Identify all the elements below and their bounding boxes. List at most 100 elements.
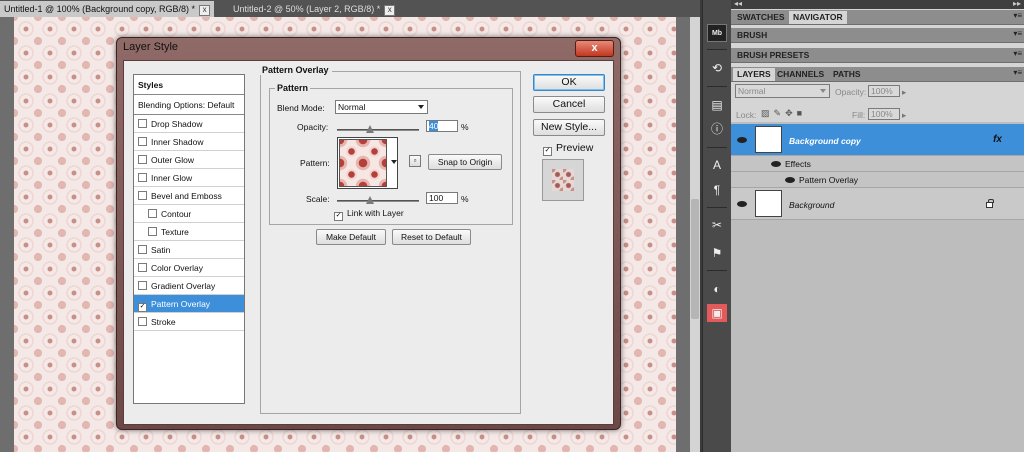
style-checkbox[interactable] <box>138 263 147 272</box>
blend-mode-select[interactable]: Normal <box>335 100 428 114</box>
pattern-swatch-thumbnail[interactable] <box>339 139 387 187</box>
close-icon[interactable]: x <box>384 5 396 16</box>
expand-icon[interactable]: ▸▸ <box>1013 0 1021 8</box>
style-checkbox[interactable] <box>138 173 147 182</box>
histogram-icon[interactable]: ▤ <box>707 96 727 114</box>
tab-brush-presets[interactable]: BRUSH PRESETS <box>733 49 813 62</box>
masks-icon[interactable]: ▣ <box>707 304 727 322</box>
snap-to-origin-button[interactable]: Snap to Origin <box>428 154 502 170</box>
style-item-inner-glow[interactable]: Inner Glow <box>134 169 244 187</box>
new-style-button[interactable]: New Style... <box>533 119 605 136</box>
preview-option[interactable]: ✓ Preview <box>543 142 593 156</box>
tab-channels[interactable]: CHANNELS <box>773 68 828 81</box>
style-checkbox[interactable] <box>138 191 147 200</box>
blending-options-item[interactable]: Blending Options: Default <box>134 95 244 115</box>
clone-source-icon[interactable]: ⚑ <box>707 244 727 262</box>
visibility-eye-icon[interactable] <box>737 201 747 207</box>
new-preset-from-pattern-button[interactable]: ▫ <box>409 155 421 167</box>
make-default-button[interactable]: Make Default <box>316 229 386 245</box>
tab-swatches[interactable]: SWATCHES <box>733 11 789 24</box>
link-with-layer-option[interactable]: ✓ Link with Layer <box>334 208 404 221</box>
scale-input[interactable]: 100 <box>426 192 458 204</box>
canvas-vertical-scrollbar[interactable] <box>690 17 700 452</box>
tab-navigator[interactable]: NAVIGATOR <box>789 11 847 24</box>
panel-menu-icon[interactable]: ▾≡ <box>1013 49 1022 58</box>
cancel-button[interactable]: Cancel <box>533 96 605 113</box>
style-checkbox[interactable] <box>138 317 147 326</box>
layer-effects-row[interactable]: Effects <box>731 156 1024 172</box>
style-item-satin[interactable]: Satin <box>134 241 244 259</box>
opacity-slider-thumb[interactable] <box>365 125 374 133</box>
style-checkbox[interactable] <box>148 227 157 236</box>
style-item-stroke[interactable]: Stroke <box>134 313 244 331</box>
scale-value: 100 <box>429 193 444 203</box>
fx-icon[interactable]: fx <box>993 134 1002 145</box>
layer-row-background[interactable]: Background <box>731 188 1024 220</box>
layer-name[interactable]: Background <box>789 200 834 210</box>
paragraph-icon[interactable]: ¶ <box>707 181 727 199</box>
ok-button[interactable]: OK <box>533 74 605 91</box>
layer-opacity-input[interactable]: 100% <box>868 85 900 97</box>
close-icon[interactable]: x <box>199 5 211 16</box>
lock-position-icon[interactable]: ✥ <box>785 108 797 118</box>
fill-input[interactable]: 100% <box>868 108 900 120</box>
adjustments-icon[interactable]: ◐ <box>707 280 727 298</box>
reset-to-default-button[interactable]: Reset to Default <box>392 229 471 245</box>
style-item-inner-shadow[interactable]: Inner Shadow <box>134 133 244 151</box>
style-item-bevel-and-emboss[interactable]: Bevel and Emboss <box>134 187 244 205</box>
tab-brush[interactable]: BRUSH <box>733 29 771 42</box>
style-checkbox[interactable] <box>138 119 147 128</box>
opacity-slider[interactable] <box>337 125 419 133</box>
style-item-color-overlay[interactable]: Color Overlay <box>134 259 244 277</box>
style-item-texture[interactable]: Texture <box>134 223 244 241</box>
chevron-right-icon[interactable]: ▸ <box>902 110 906 121</box>
layer-effect-item-pattern-overlay[interactable]: Pattern Overlay <box>731 172 1024 188</box>
scale-slider[interactable] <box>337 196 419 204</box>
tab-layers[interactable]: LAYERS <box>733 68 775 81</box>
panel-collapse-strip[interactable]: ◂◂ ▸▸ <box>731 0 1024 9</box>
style-item-label: Pattern Overlay <box>151 299 211 309</box>
style-item-drop-shadow[interactable]: Drop Shadow <box>134 115 244 133</box>
document-tab-untitled-1[interactable]: Untitled-1 @ 100% (Background copy, RGB/… <box>0 1 215 17</box>
history-icon[interactable]: ⟲ <box>707 59 727 77</box>
style-checkbox[interactable] <box>138 245 147 254</box>
panel-menu-icon[interactable]: ▾≡ <box>1013 68 1022 77</box>
link-with-layer-checkbox[interactable]: ✓ <box>334 212 343 221</box>
panel-menu-icon[interactable]: ▾≡ <box>1013 29 1022 38</box>
visibility-eye-icon[interactable] <box>737 137 747 143</box>
layer-name[interactable]: Background copy <box>789 136 861 146</box>
character-icon[interactable]: A <box>707 156 727 174</box>
scale-slider-thumb[interactable] <box>365 196 374 204</box>
lock-all-icon[interactable]: ■ <box>797 108 806 118</box>
tool-presets-icon[interactable]: ✂ <box>707 216 727 234</box>
style-checkbox[interactable] <box>138 281 147 290</box>
mini-bridge-icon[interactable]: Mb <box>707 24 727 42</box>
collapse-icon[interactable]: ◂◂ <box>734 0 742 8</box>
visibility-eye-icon[interactable] <box>771 161 781 167</box>
layer-blend-mode-select[interactable]: Normal <box>735 84 830 98</box>
lock-image-icon[interactable]: ✎ <box>774 108 786 118</box>
dialog-close-button[interactable]: x <box>575 40 614 57</box>
visibility-eye-icon[interactable] <box>785 177 795 183</box>
document-tab-untitled-2[interactable]: Untitled-2 @ 50% (Layer 2, RGB/8) * x <box>229 1 399 17</box>
style-checkbox[interactable] <box>138 155 147 164</box>
style-item-outer-glow[interactable]: Outer Glow <box>134 151 244 169</box>
preview-checkbox[interactable]: ✓ <box>543 147 552 156</box>
lock-options[interactable]: ▨✎✥■ <box>761 108 806 119</box>
style-item-gradient-overlay[interactable]: Gradient Overlay <box>134 277 244 295</box>
scrollbar-thumb[interactable] <box>691 199 699 319</box>
style-item-contour[interactable]: Contour <box>134 205 244 223</box>
lock-transparency-icon[interactable]: ▨ <box>761 108 774 118</box>
style-checkbox[interactable] <box>148 209 157 218</box>
style-checkbox[interactable] <box>138 137 147 146</box>
opacity-input[interactable]: 40 <box>426 120 458 132</box>
layer-row-background-copy[interactable]: Background copy fx <box>731 124 1024 156</box>
style-item-pattern-overlay[interactable]: ✓ Pattern Overlay <box>134 295 244 313</box>
styles-header[interactable]: Styles <box>134 75 244 95</box>
chevron-down-icon[interactable] <box>391 160 397 164</box>
chevron-right-icon[interactable]: ▸ <box>902 87 906 98</box>
style-checkbox[interactable]: ✓ <box>138 303 147 312</box>
tab-paths[interactable]: PATHS <box>829 68 865 81</box>
panel-menu-icon[interactable]: ▾≡ <box>1013 11 1022 20</box>
info-icon[interactable]: ⓘ <box>707 120 727 138</box>
